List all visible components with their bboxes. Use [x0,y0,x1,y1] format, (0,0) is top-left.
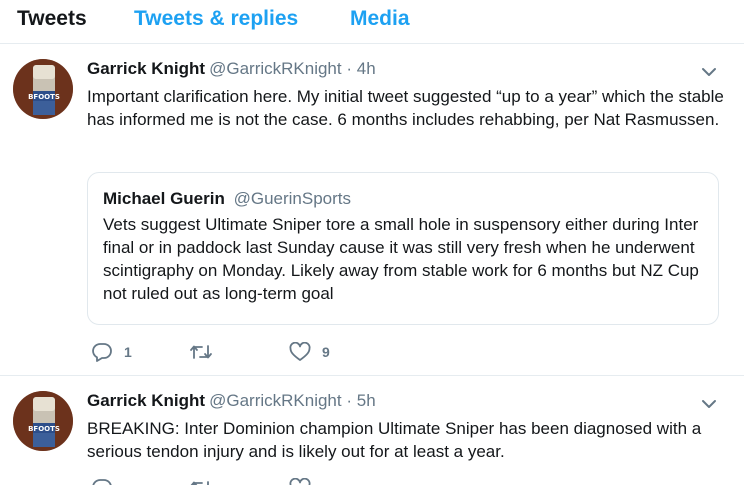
tweet-header: Garrick Knight @GarrickRKnight · 4h [87,59,376,79]
separator: · [346,391,353,410]
like-count: 9 [322,344,330,360]
reply-button[interactable]: 1 [91,341,132,363]
chevron-down-icon[interactable] [700,397,718,411]
reply-icon [91,342,113,362]
retweet-button[interactable] [189,341,224,363]
svg-text:BFOOTS: BFOOTS [28,425,60,433]
avatar[interactable]: BFOOTS [13,59,73,119]
reply-icon [91,478,113,485]
heart-icon [289,342,311,362]
quoted-author-name: Michael Guerin [103,189,225,208]
author-handle[interactable]: @GarrickRKnight [209,391,342,410]
tab-media[interactable]: Media [350,7,410,31]
quoted-tweet-text: Vets suggest Ultimate Sniper tore a smal… [103,215,699,303]
profile-tabs: Tweets Tweets & replies Media [0,0,744,44]
tweet-actions: 1 9 [87,341,487,363]
tweet[interactable]: BFOOTS Garrick Knight @GarrickRKnight · 5… [0,377,744,485]
quoted-author-handle: @GuerinSports [233,189,352,208]
tweet-header: Garrick Knight @GarrickRKnight · 5h [87,391,376,411]
svg-text:BFOOTS: BFOOTS [28,93,60,101]
quoted-tweet[interactable]: Michael Guerin @GuerinSports Vets sugges… [87,172,719,325]
avatar[interactable]: BFOOTS [13,391,73,451]
timestamp[interactable]: 4h [357,59,376,78]
tweet[interactable]: BFOOTS Garrick Knight @GarrickRKnight · 4… [0,45,744,376]
tweet-actions [87,477,487,485]
reply-button[interactable] [91,477,113,485]
tweet-text: Important clarification here. My initial… [87,87,724,129]
retweet-button[interactable] [189,477,213,485]
tab-tweets[interactable]: Tweets [17,7,87,31]
author-name[interactable]: Garrick Knight [87,59,205,78]
tweet-text: BREAKING: Inter Dominion champion Ultima… [87,419,702,461]
author-handle[interactable]: @GarrickRKnight [209,59,342,78]
reply-count: 1 [124,344,132,360]
like-button[interactable]: 9 [289,341,330,363]
separator: · [346,59,353,78]
tab-tweets-and-replies[interactable]: Tweets & replies [134,7,298,31]
timestamp[interactable]: 5h [357,391,376,410]
chevron-down-icon[interactable] [700,65,718,79]
like-button[interactable] [289,477,311,485]
quoted-tweet-header: Michael Guerin @GuerinSports [103,189,351,209]
retweet-icon [189,342,213,362]
heart-icon [289,478,311,485]
author-name[interactable]: Garrick Knight [87,391,205,410]
retweet-icon [189,478,213,485]
